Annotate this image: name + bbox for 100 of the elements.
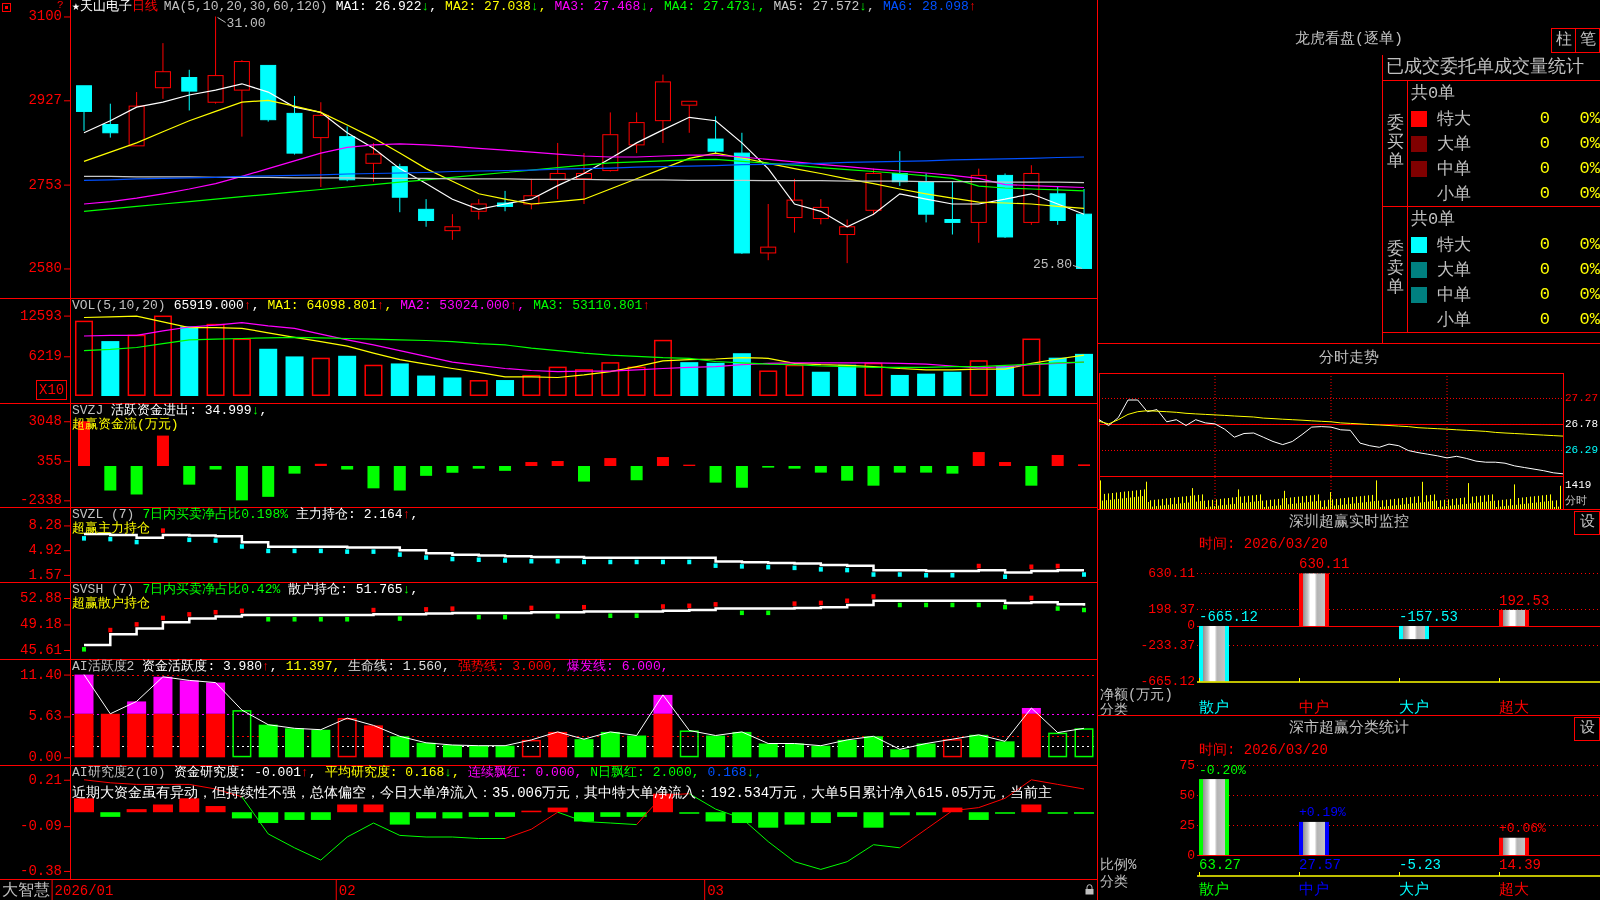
panel-title: 深市超赢分类统计 xyxy=(1289,720,1409,738)
stock-name: 天山电子 xyxy=(79,0,132,14)
volume-bar xyxy=(811,371,830,396)
order-share: 0% xyxy=(1578,285,1600,304)
indicator-reading: MA4: 27.473↓, xyxy=(664,0,766,14)
order-share: 0% xyxy=(1578,134,1600,153)
indicator-reading: 爆发线: 6.000, xyxy=(567,660,669,674)
settings-button[interactable]: 设 xyxy=(1574,511,1600,535)
axis-label: 45.61 xyxy=(20,642,62,658)
axis-label: 3100 xyxy=(28,8,62,25)
panel-title: 深圳超赢实时监控 xyxy=(1289,514,1409,532)
candle xyxy=(286,95,303,156)
axis-label: 26.29 xyxy=(1565,444,1598,457)
order-size-label: 小单 xyxy=(1437,310,1472,331)
candle xyxy=(654,74,671,144)
volume-bar xyxy=(285,356,304,396)
volume-bar xyxy=(101,341,120,396)
indicator-reading: MA2: 27.038↓, xyxy=(445,0,547,14)
candle xyxy=(181,69,198,111)
candle xyxy=(1049,185,1066,226)
candle xyxy=(154,42,171,100)
volume-bar xyxy=(469,380,488,396)
side-label: 委卖单 xyxy=(1386,241,1404,298)
change-label: +0.06% xyxy=(1499,821,1546,837)
bar-value-label: 63.27 xyxy=(1199,857,1241,873)
axis-label: 0 xyxy=(1187,618,1195,634)
indicator-reading: 0.168↓, xyxy=(707,766,763,780)
axis-label: 5.63 xyxy=(28,708,62,725)
candle xyxy=(76,85,92,132)
order-share: 0% xyxy=(1578,235,1600,254)
order-count: 0 xyxy=(1538,285,1550,304)
candle xyxy=(128,91,145,147)
square-icon xyxy=(2,3,11,12)
candle xyxy=(602,111,619,173)
change-label: +0.19% xyxy=(1299,805,1346,821)
axis-label: -0.38 xyxy=(20,862,62,879)
indicator-name: AI研究度2(10) xyxy=(72,766,166,780)
order-count: 0 xyxy=(1538,260,1550,279)
order-count: 0 xyxy=(1538,134,1550,153)
volume-bar xyxy=(943,371,962,396)
volume-bar xyxy=(127,334,146,396)
axis-label: 50 xyxy=(1179,787,1195,803)
date-label: 02 xyxy=(338,883,356,899)
candle xyxy=(339,125,356,182)
order-share: 0% xyxy=(1578,109,1600,128)
category-bar xyxy=(1199,626,1229,682)
indicator-caption: 超赢主力持仓 xyxy=(72,522,150,536)
table-title: 已成交委托单成交量统计 xyxy=(1383,55,1600,81)
axis-label: 0 xyxy=(1187,847,1195,863)
candle xyxy=(997,172,1014,239)
volume-bar xyxy=(548,366,567,396)
indicator-name: SVZJ xyxy=(72,404,104,418)
order-total: 共0单 xyxy=(1410,209,1457,231)
indicator-reading: 资金研究度: -0.001↑, xyxy=(173,766,317,780)
category-label: 大户 xyxy=(1399,700,1429,715)
settings-button[interactable]: 设 xyxy=(1574,717,1600,741)
date-label: 2026/01 xyxy=(54,883,114,899)
category-label: 超大 xyxy=(1499,881,1529,899)
indicator-reading: 生命线: 1.560, xyxy=(348,660,450,674)
candle xyxy=(444,213,461,241)
volume-bar xyxy=(759,370,778,396)
volume-bar xyxy=(838,364,857,396)
price-annotation: 25.80 xyxy=(1033,256,1072,272)
axis-label: 52.88 xyxy=(20,590,62,606)
axis-title: 分类 xyxy=(1100,701,1128,715)
candle xyxy=(497,190,514,212)
candle xyxy=(760,203,777,261)
indicator-name: VOL(5,10,20) xyxy=(72,299,166,313)
time-label: 时间: 2026/03/20 xyxy=(1199,536,1328,552)
order-size-label: 特大 xyxy=(1437,235,1472,256)
period-label: 分时 xyxy=(1565,495,1587,507)
leader-line xyxy=(217,16,227,23)
change-label: -0.20% xyxy=(1199,762,1246,778)
volume-bar xyxy=(522,374,541,396)
volume-bar xyxy=(653,339,672,396)
price-annotation: 31.00 xyxy=(226,15,266,31)
candle xyxy=(918,172,935,223)
axis-label: 1.57 xyxy=(28,566,62,582)
order-share: 0% xyxy=(1578,260,1600,279)
axis-label: 4.92 xyxy=(28,542,62,559)
order-size-label: 中单 xyxy=(1437,159,1472,180)
volume-bar xyxy=(443,377,462,396)
bar xyxy=(653,713,673,758)
bar xyxy=(127,701,147,714)
volume-bar xyxy=(1048,357,1067,396)
bar xyxy=(206,713,226,758)
mode-button[interactable]: 笔 xyxy=(1575,28,1600,53)
mode-button[interactable]: 柱 xyxy=(1551,28,1576,53)
volume-bar xyxy=(785,364,804,396)
candle xyxy=(391,163,408,213)
candle xyxy=(891,150,908,187)
category-bar xyxy=(1299,821,1329,855)
indicator-reading: 强势线: 3.000, xyxy=(457,660,560,674)
order-count: 0 xyxy=(1538,184,1550,203)
indicator-reading: 平均研究度: 0.168↓, xyxy=(324,766,460,780)
axis-title: 净额(万元) xyxy=(1100,686,1173,703)
bar-value-label: 27.57 xyxy=(1299,857,1341,873)
candle xyxy=(812,198,829,225)
help-mark[interactable]: ? xyxy=(57,0,64,11)
axis-label: -0.09 xyxy=(20,818,62,835)
